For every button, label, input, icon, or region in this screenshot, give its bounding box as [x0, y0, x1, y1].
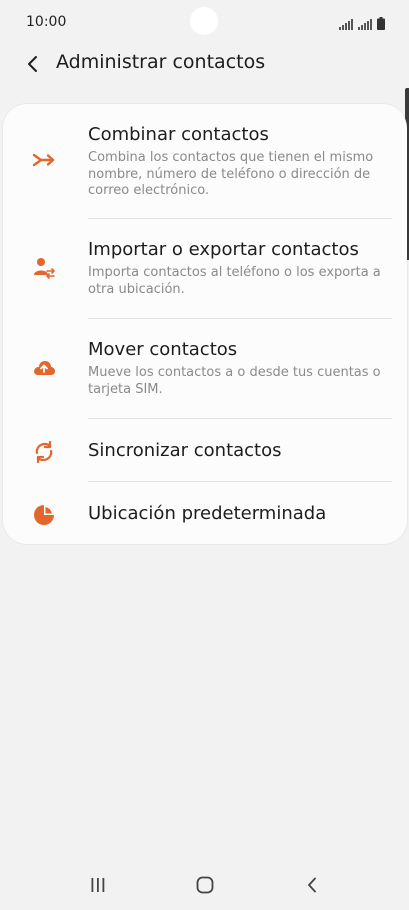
battery-icon: [377, 17, 385, 30]
item-description: Combina los contactos que tienen el mism…: [88, 150, 374, 198]
status-bar: 10:00: [0, 0, 409, 46]
status-time: 10:00: [26, 14, 67, 30]
back-button[interactable]: [20, 50, 46, 78]
person-transfer-icon: [31, 255, 57, 281]
merge-arrows-icon: [31, 147, 57, 173]
recents-button[interactable]: [78, 868, 118, 902]
list-item-ubicacion-predeterminada[interactable]: Ubicación predeterminada: [3, 482, 407, 544]
item-title: Combinar contactos: [88, 124, 269, 145]
item-description: Mueve los contactos a o desde tus cuenta…: [88, 365, 381, 397]
pie-chart-icon: [31, 502, 57, 528]
list-item-importar-exportar[interactable]: Importar o exportar contactos Importa co…: [3, 219, 407, 318]
item-title: Importar o exportar contactos: [88, 239, 359, 260]
list-item-sincronizar-contactos[interactable]: Sincronizar contactos: [3, 419, 407, 481]
item-description: Importa contactos al teléfono o los expo…: [88, 265, 381, 297]
item-title: Sincronizar contactos: [88, 440, 282, 461]
wifi-signal-icon: [339, 19, 353, 30]
back-icon: [308, 877, 316, 893]
item-title: Mover contactos: [88, 339, 238, 360]
home-icon: [196, 876, 214, 894]
home-button[interactable]: [185, 868, 225, 902]
sync-icon: [31, 439, 57, 465]
camera-cutout: [190, 7, 218, 35]
item-title: Ubicación predeterminada: [88, 503, 327, 524]
list-item-combinar-contactos[interactable]: Combinar contactos Combina los contactos…: [3, 104, 407, 218]
list-item-mover-contactos[interactable]: Mover contactos Mueve los contactos a o …: [3, 319, 407, 418]
status-icons: [339, 16, 385, 30]
recents-icon: [91, 878, 105, 892]
page-title: Administrar contactos: [56, 51, 266, 73]
cell-signal-icon: [358, 19, 372, 30]
chevron-left-icon: [28, 56, 37, 72]
app-header: Administrar contactos: [0, 46, 409, 82]
navigation-bar: [0, 860, 409, 910]
settings-card: Combinar contactos Combina los contactos…: [3, 104, 407, 544]
nav-back-button[interactable]: [292, 868, 332, 902]
cloud-upload-icon: [31, 355, 57, 381]
